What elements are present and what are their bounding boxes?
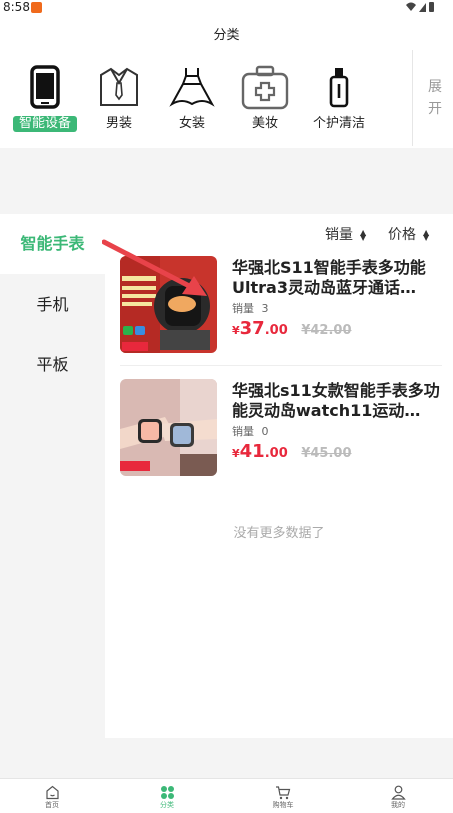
- bottom-tab-bar: 首页 分类 购物车 我的: [0, 778, 453, 813]
- tab-category[interactable]: 分类: [137, 785, 197, 810]
- sort-sales-label: 销量: [325, 227, 353, 243]
- product-sales: 销量 0: [232, 423, 269, 439]
- list-footer-area: [105, 738, 453, 778]
- price-currency: ¥: [232, 447, 240, 460]
- category-icon: [160, 786, 174, 799]
- original-price: ¥45.00: [301, 446, 352, 461]
- top-category-personal-care[interactable]: 个护清洁: [304, 62, 374, 132]
- top-category-label: 男装: [105, 116, 132, 131]
- system-status-icons: [406, 2, 434, 12]
- top-category-menswear[interactable]: 男装: [84, 62, 154, 132]
- list-divider: [120, 365, 442, 366]
- home-icon: [45, 785, 59, 800]
- section-spacer: [0, 148, 453, 214]
- product-photo-watch-wrist: [120, 379, 217, 476]
- shirt-icon: [100, 67, 138, 106]
- price-integer: 37: [239, 318, 265, 339]
- sort-arrows-icon: ▲ ▼: [423, 228, 430, 242]
- price-currency: ¥: [232, 324, 240, 337]
- expand-button[interactable]: 展 开: [420, 76, 450, 120]
- sales-label: 销量: [232, 302, 254, 315]
- sales-label: 销量: [232, 425, 254, 438]
- product-title[interactable]: 华强北S11智能手表多功能Ultra3灵动岛蓝牙通话…: [232, 258, 440, 298]
- tab-label: 分类: [160, 801, 174, 809]
- phone-icon: [30, 65, 60, 109]
- subcategory-phone[interactable]: 手机: [0, 274, 105, 334]
- original-price: ¥42.00: [301, 323, 352, 338]
- sort-by-sales-button[interactable]: 销量 ▲ ▼: [325, 224, 366, 244]
- sales-count: 0: [261, 425, 269, 438]
- subcategory-tablet[interactable]: 平板: [0, 334, 105, 394]
- dress-icon: [169, 68, 215, 107]
- bottle-icon: [329, 68, 349, 108]
- top-category-womenswear[interactable]: 女装: [157, 62, 227, 132]
- expand-label: 开: [428, 101, 442, 117]
- top-category-smart-devices[interactable]: 智能设备: [10, 62, 80, 132]
- tab-label: 首页: [45, 801, 59, 809]
- top-category-label: 个护清洁: [312, 116, 365, 131]
- product-image[interactable]: [120, 379, 217, 476]
- tab-profile[interactable]: 我的: [368, 785, 428, 810]
- price-decimal: .00: [264, 446, 288, 461]
- subcategory-smart-watch[interactable]: 智能手表: [0, 214, 105, 274]
- tab-label: 购物车: [272, 801, 294, 809]
- annotation-arrow: [102, 239, 207, 296]
- product-sales: 销量 3: [232, 300, 269, 316]
- expand-divider: [412, 50, 413, 146]
- top-category-beauty[interactable]: 美妆: [230, 62, 300, 132]
- first-aid-kit-icon: [241, 65, 289, 110]
- product-price: ¥37.00 ¥42.00: [232, 318, 352, 339]
- status-time: 8:58: [3, 0, 30, 14]
- tab-cart[interactable]: 购物车: [253, 785, 313, 810]
- top-category-label: 美妆: [251, 116, 278, 131]
- status-bar: 8:58: [0, 0, 453, 16]
- sort-price-label: 价格: [388, 227, 416, 243]
- top-category-label: 智能设备: [12, 116, 77, 132]
- expand-label: 展: [428, 79, 442, 95]
- price-decimal: .00: [264, 323, 288, 338]
- tab-home[interactable]: 首页: [22, 785, 82, 810]
- no-more-data-text: 没有更多数据了: [233, 526, 325, 541]
- sort-arrows-icon: ▲ ▼: [360, 228, 367, 242]
- sales-count: 3: [261, 302, 269, 315]
- product-price: ¥41.00 ¥45.00: [232, 441, 352, 462]
- profile-icon: [390, 785, 406, 800]
- product-title[interactable]: 华强北s11女款智能手表多功能灵动岛watch11运动…: [232, 381, 440, 421]
- price-integer: 41: [239, 441, 265, 462]
- tab-label: 我的: [391, 801, 405, 809]
- app-notification-icon: [31, 2, 42, 13]
- cart-icon: [276, 786, 291, 800]
- sort-by-price-button[interactable]: 价格 ▲ ▼: [388, 224, 429, 244]
- top-category-label: 女装: [178, 116, 205, 131]
- page-title: 分类: [213, 28, 240, 43]
